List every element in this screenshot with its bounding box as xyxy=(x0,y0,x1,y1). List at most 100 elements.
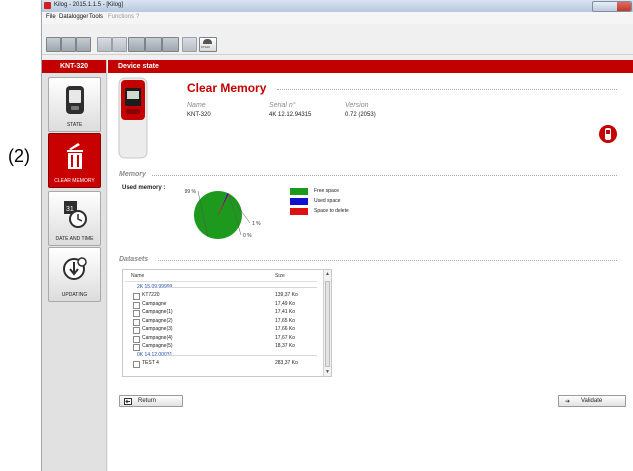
database-icon xyxy=(203,39,212,44)
toolbar: KT100 xyxy=(42,24,633,55)
dataset-name: Campagne xyxy=(142,300,167,307)
export-icon[interactable] xyxy=(97,37,112,52)
menu-tools[interactable]: Tools xyxy=(89,14,103,20)
memory-pie-chart: 99 % 1 %0 % xyxy=(185,189,261,239)
nav-date-time-label: DATE AND TIME xyxy=(55,236,94,242)
return-button[interactable]: Return xyxy=(119,395,183,407)
dataset-row[interactable]: KT7220 139,37 Ko xyxy=(133,292,313,300)
annotation-label: (2) xyxy=(8,146,30,166)
scroll-thumb[interactable] xyxy=(325,281,330,367)
datasets-scrollbar[interactable]: ▲ ▼ xyxy=(323,270,331,376)
size-column-header: Size xyxy=(275,273,285,279)
title-divider xyxy=(277,89,617,90)
connected-device-icon xyxy=(599,125,617,143)
window-controls[interactable] xyxy=(592,1,632,12)
nav-clear-memory-button[interactable]: CLEAR MEMORY xyxy=(48,133,101,188)
dataset-row[interactable]: Campagne(3) 17,66 Ko xyxy=(133,326,313,334)
legend-free-swatch xyxy=(290,188,308,195)
dataset-checkbox[interactable] xyxy=(133,318,140,326)
print-icon[interactable] xyxy=(112,37,127,52)
main-content: Device state Clear Memory Name Serial n°… xyxy=(108,60,633,471)
kistock-button[interactable]: KT100 xyxy=(199,37,217,52)
new-icon[interactable] xyxy=(46,37,61,52)
validate-button[interactable]: ➔ Validate xyxy=(558,395,626,407)
legend-used-swatch xyxy=(290,198,308,205)
connect-icon[interactable] xyxy=(162,37,179,52)
datasets-section-title: Datasets xyxy=(119,256,149,263)
window-title: Kilog - 2015.1.1.5 - [Kilog] xyxy=(54,2,124,8)
menu-file[interactable]: File xyxy=(46,14,56,20)
nav-date-time-button[interactable]: 31 DATE AND TIME xyxy=(48,191,101,246)
dataset-size: 283,37 Ko xyxy=(275,359,298,366)
dataset-name: Campagne(1) xyxy=(142,309,173,315)
dataset-row[interactable]: Campagne(1) 17,41 Ko xyxy=(133,309,313,317)
dataset-size: 17,66 Ko xyxy=(275,326,296,332)
save-icon[interactable] xyxy=(61,37,76,52)
legend-used-label: Used space xyxy=(314,198,341,204)
dataset-row[interactable]: Campagne(5) 18,37 Ko xyxy=(133,343,313,351)
dataset-checkbox[interactable] xyxy=(133,327,140,334)
dataset-row[interactable]: Campagne(4) 17,67 Ko xyxy=(133,335,313,343)
nav-state-label: STATE xyxy=(66,122,83,128)
return-icon xyxy=(124,398,132,405)
memory-section-title: Memory xyxy=(119,171,146,178)
menu-datalogger[interactable]: Datalogger xyxy=(59,14,88,20)
legend-delete-label: Space to delete xyxy=(314,208,349,214)
dataset-name: Campagne(3) xyxy=(142,326,173,332)
dataset-name: KT7220 xyxy=(142,292,160,298)
left-nav-panel: KNT-320 STATE CLEAR MEMORY 31 DATE AND T… xyxy=(42,60,107,471)
nav-updating-button[interactable]: UPDATING xyxy=(48,247,101,302)
device-state-icon xyxy=(65,86,84,114)
device-serial: 4K 12.12.94315 xyxy=(269,112,312,118)
dataset-name: Campagne(2) xyxy=(142,317,173,324)
configure-icon[interactable] xyxy=(145,37,162,52)
dataset-row[interactable]: Campagne(2) 17,65 Ko xyxy=(133,318,313,326)
validate-arrow-icon: ➔ xyxy=(565,399,571,405)
dataset-checkbox[interactable] xyxy=(133,360,140,368)
scroll-down-icon[interactable]: ▼ xyxy=(325,369,330,375)
app-window: Kilog - 2015.1.1.5 - [Kilog] File Datalo… xyxy=(41,0,633,471)
content-header: Device state xyxy=(108,60,633,73)
nav-updating-label: UPDATING xyxy=(61,292,88,298)
dataset-size: 17,67 Ko xyxy=(275,334,296,341)
device-model-header: KNT-320 xyxy=(42,60,106,73)
dataset-row[interactable]: Campagne 17,49 Ko xyxy=(133,301,313,309)
menu-help[interactable]: ? xyxy=(136,14,139,20)
scroll-up-icon[interactable]: ▲ xyxy=(325,271,330,277)
return-label: Return xyxy=(138,398,157,404)
close-window-button[interactable] xyxy=(617,2,631,11)
header-divider xyxy=(125,281,317,282)
group-divider xyxy=(167,287,317,288)
nav-state-button[interactable]: STATE xyxy=(48,77,101,132)
dataset-checkbox[interactable] xyxy=(133,301,140,309)
device-name: KNT-320 xyxy=(187,112,211,118)
dataset-name: Campagne(5) xyxy=(142,343,173,349)
menu-functions[interactable]: Functions xyxy=(108,14,134,20)
version-column-header: Version xyxy=(345,102,369,109)
memory-section-line xyxy=(152,175,617,176)
legend-delete-swatch xyxy=(290,208,308,215)
dataset-size: 17,41 Ko xyxy=(275,309,296,315)
dataset-size: 18,37 Ko xyxy=(275,343,296,349)
dataset-checkbox[interactable] xyxy=(133,293,140,300)
dataset-checkbox[interactable] xyxy=(133,344,140,351)
pie-label: 99 % xyxy=(185,189,197,195)
dataset-checkbox[interactable] xyxy=(133,335,140,343)
legend-free-label: Free space xyxy=(314,188,340,194)
app-logo-icon xyxy=(44,2,51,9)
menu-bar: File Datalogger Tools Functions ? xyxy=(42,12,633,24)
page-title: Clear Memory xyxy=(187,81,267,95)
sensors-icon[interactable] xyxy=(182,37,197,52)
download-icon[interactable] xyxy=(128,37,145,52)
dataset-size: 17,49 Ko xyxy=(275,300,296,307)
open-icon[interactable] xyxy=(76,37,91,52)
update-icon xyxy=(62,257,87,280)
device-image xyxy=(118,77,148,159)
dataset-checkbox[interactable] xyxy=(133,310,140,317)
name-column-header: Name xyxy=(131,273,145,279)
pie-label: 0 % xyxy=(243,233,252,239)
used-memory-label: Used memory : xyxy=(122,185,166,191)
title-bar: Kilog - 2015.1.1.5 - [Kilog] xyxy=(42,0,633,12)
dataset-row[interactable]: TEST 4 283,37 Ko xyxy=(133,360,313,368)
datasets-list[interactable]: Name Size 2K 15.09.99999 KT7220 139,37 Ko C… xyxy=(122,269,332,377)
